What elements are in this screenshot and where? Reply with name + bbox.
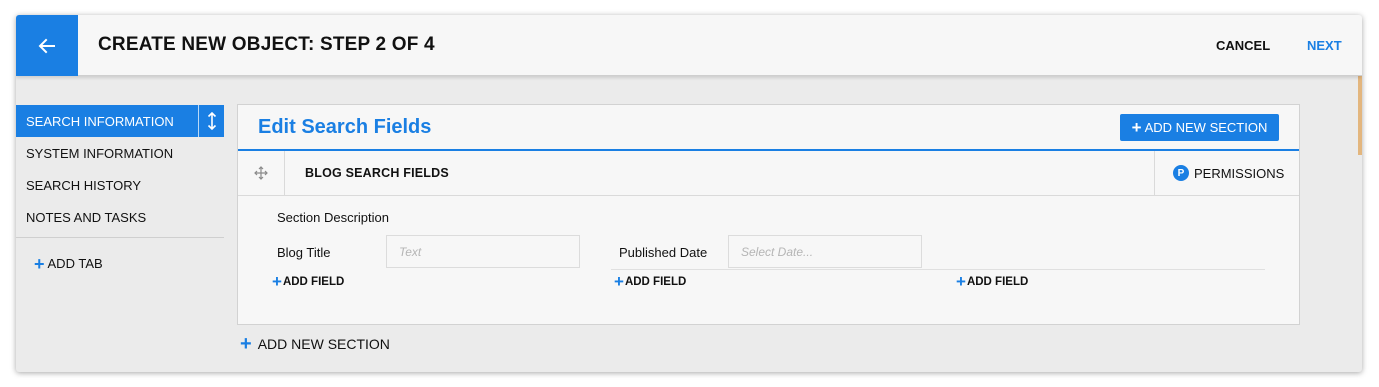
app-window: CREATE NEW OBJECT: STEP 2 OF 4 CANCEL NE… (16, 15, 1362, 372)
arrow-left-icon (38, 38, 55, 53)
back-button[interactable] (16, 15, 78, 76)
tab-system-information[interactable]: SYSTEM INFORMATION (16, 137, 224, 169)
plus-icon: + (34, 253, 45, 274)
plus-icon: + (956, 272, 966, 291)
drag-handle-icon[interactable] (238, 151, 285, 195)
tab-sidebar: SEARCH INFORMATION SYSTEM INFORMATION SE… (16, 105, 224, 274)
add-new-section-label: ADD NEW SECTION (257, 336, 390, 352)
add-new-section-label: ADD NEW SECTION (1144, 120, 1268, 135)
cancel-button[interactable]: CANCEL (1216, 38, 1270, 53)
published-date-label: Published Date (619, 245, 708, 260)
window-edge-strip (1358, 75, 1362, 155)
add-field-label: ADD FIELD (282, 276, 345, 288)
permissions-icon: P (1173, 165, 1189, 181)
add-new-section-button[interactable]: + ADD NEW SECTION (1120, 114, 1279, 141)
tab-label: SEARCH HISTORY (26, 177, 142, 193)
permissions-button[interactable]: P PERMISSIONS (1154, 151, 1299, 195)
blog-title-input[interactable]: Text (386, 235, 580, 268)
section-name: BLOG SEARCH FIELDS (305, 166, 449, 180)
panel-header: Edit Search Fields + ADD NEW SECTION (238, 105, 1299, 151)
add-tab-label: ADD TAB (47, 256, 103, 271)
section-header: BLOG SEARCH FIELDS P PERMISSIONS (238, 151, 1299, 196)
tab-label: SYSTEM INFORMATION (26, 145, 174, 161)
tab-notes-and-tasks[interactable]: NOTES AND TASKS (16, 201, 224, 233)
plus-icon: + (240, 333, 252, 355)
edit-search-fields-panel: Edit Search Fields + ADD NEW SECTION BLO… (237, 104, 1300, 325)
panel-title: Edit Search Fields (258, 116, 432, 138)
plus-icon: + (272, 272, 282, 291)
tab-label: NOTES AND TASKS (26, 209, 147, 225)
blog-title-label: Blog Title (277, 245, 331, 260)
sort-handle-icon[interactable] (198, 105, 224, 137)
add-field-button[interactable]: + ADD FIELD (614, 272, 687, 291)
sidebar-divider (16, 237, 224, 238)
add-tab-button[interactable]: + ADD TAB (34, 253, 224, 274)
header-bar: CREATE NEW OBJECT: STEP 2 OF 4 CANCEL NE… (16, 15, 1362, 76)
next-button[interactable]: NEXT (1307, 38, 1342, 53)
page-title: CREATE NEW OBJECT: STEP 2 OF 4 (98, 34, 435, 55)
tab-search-information[interactable]: SEARCH INFORMATION (16, 105, 224, 137)
section-description-label: Section Description (277, 210, 389, 225)
tab-search-history[interactable]: SEARCH HISTORY (16, 169, 224, 201)
add-field-label: ADD FIELD (966, 276, 1029, 288)
permissions-label: PERMISSIONS (1194, 165, 1285, 181)
add-field-label: ADD FIELD (624, 276, 687, 288)
field-row-divider (611, 269, 1265, 270)
tab-label: SEARCH INFORMATION (26, 113, 174, 129)
plus-icon: + (614, 272, 624, 291)
published-date-input[interactable]: Select Date... (728, 235, 922, 268)
add-field-button[interactable]: + ADD FIELD (272, 272, 345, 291)
plus-icon: + (1131, 118, 1142, 137)
add-field-button[interactable]: + ADD FIELD (956, 272, 1029, 291)
add-new-section-link[interactable]: + ADD NEW SECTION (240, 333, 390, 355)
